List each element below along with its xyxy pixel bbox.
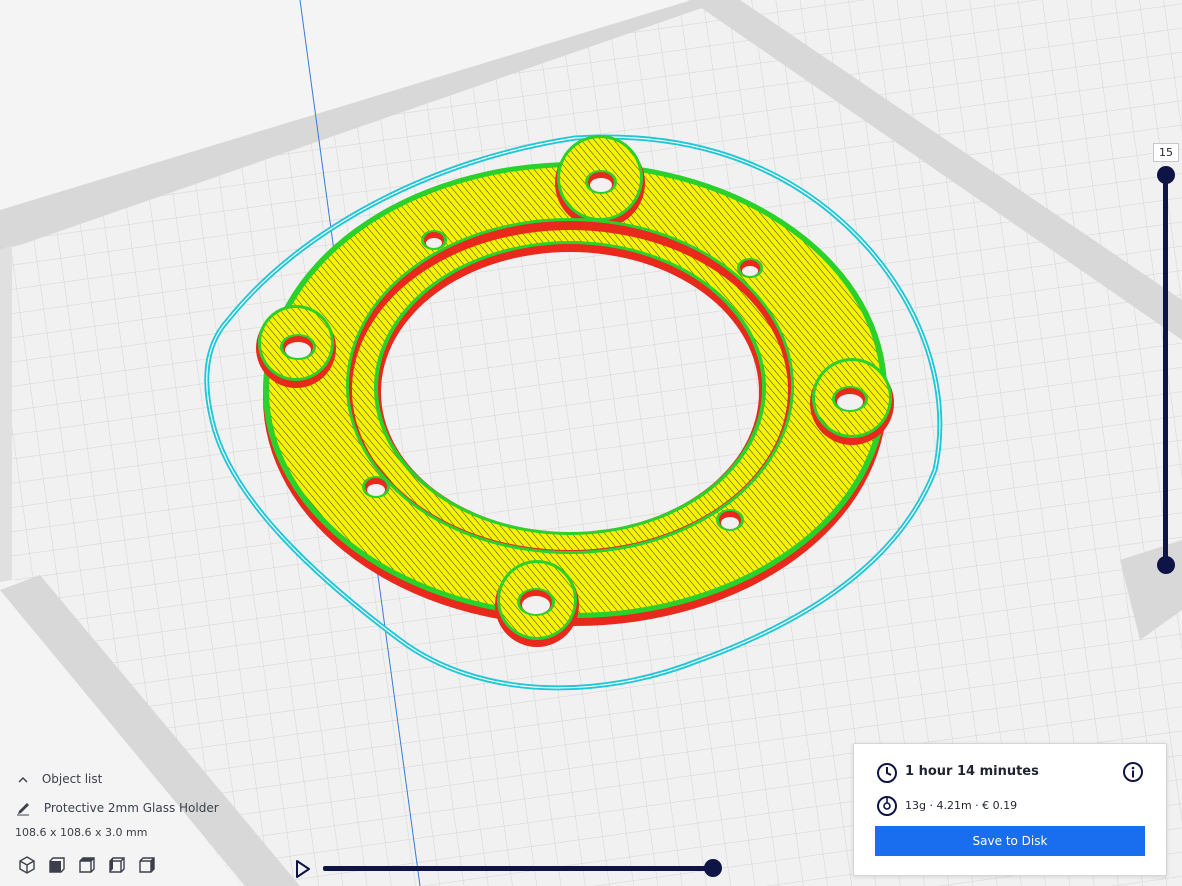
object-list-toggle[interactable]: Object list [12,772,102,787]
simulation-timeline-handle[interactable] [704,859,722,877]
clock-icon [877,763,897,783]
print-info-panel: 1 hour 14 minutes 13g · 4.21m · € 0.19 S… [853,743,1167,876]
left-view-icon[interactable] [106,854,128,876]
simulation-timeline-track[interactable] [323,866,715,871]
object-name-row[interactable]: Protective 2mm Glass Holder [12,801,219,816]
front-view-icon[interactable] [46,854,68,876]
object-panel: Object list Protective 2mm Glass Holder … [12,770,282,886]
layer-slider-bottom-handle[interactable] [1157,556,1175,574]
object-list-label: Object list [41,772,103,786]
right-view-icon[interactable] [136,854,158,876]
info-icon[interactable] [1122,761,1144,783]
material-estimate: 13g · 4.21m · € 0.19 [905,799,1018,812]
object-dimensions: 108.6 x 108.6 x 3.0 mm [15,826,148,839]
save-to-disk-button[interactable]: Save to Disk [875,826,1145,856]
print-time: 1 hour 14 minutes [905,764,1039,779]
pencil-icon [17,802,29,815]
layer-number-field[interactable]: 15 [1153,143,1179,162]
play-icon[interactable] [293,858,313,880]
3d-view-icon[interactable] [16,854,38,876]
filament-spool-icon [877,796,897,816]
chevron-up-icon [18,776,28,782]
layer-slider-track[interactable] [1163,176,1168,566]
top-view-icon[interactable] [76,854,98,876]
object-name: Protective 2mm Glass Holder [43,801,219,815]
layer-slider-top-handle[interactable] [1157,166,1175,184]
